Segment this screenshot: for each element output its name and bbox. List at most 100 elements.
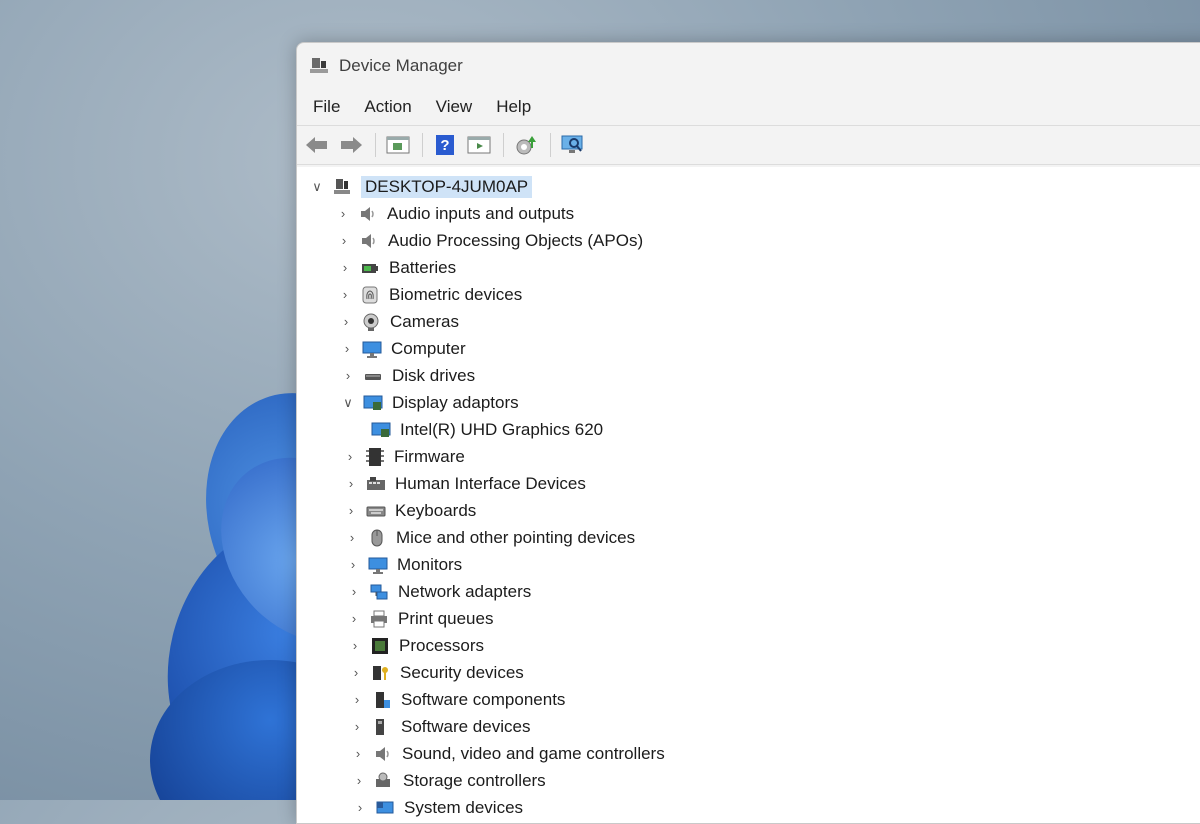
menu-action[interactable]: Action — [354, 93, 421, 121]
chevron-right-icon[interactable]: › — [337, 287, 353, 303]
toolbar-separator — [422, 133, 423, 157]
chevron-right-icon[interactable]: › — [343, 476, 359, 492]
chevron-down-icon[interactable]: ∨ — [309, 179, 325, 195]
update-driver-button[interactable] — [512, 132, 540, 158]
device-manager-window: Device Manager File Action View Help ? — [296, 42, 1200, 824]
chevron-right-icon[interactable]: › — [348, 665, 364, 681]
chevron-right-icon[interactable]: › — [346, 584, 362, 600]
toolbar-separator — [550, 133, 551, 157]
tree-category-item[interactable]: › Print queues — [297, 605, 1200, 632]
tree-category-item[interactable]: ›Software devices — [297, 713, 1200, 740]
tree-category-item[interactable]: › Human Interface Devices — [297, 470, 1200, 497]
chevron-right-icon[interactable]: › — [343, 503, 359, 519]
forward-button[interactable] — [337, 132, 365, 158]
tree-category-item[interactable]: ›Security devices — [297, 659, 1200, 686]
tree-category-label: Firmware — [394, 447, 465, 467]
tree-category-item[interactable]: › Batteries — [297, 254, 1200, 281]
network-icon — [368, 581, 390, 603]
chevron-right-icon[interactable]: › — [347, 638, 363, 654]
chevron-right-icon[interactable]: › — [349, 719, 365, 735]
tree-category-label: Batteries — [389, 258, 456, 278]
menu-file[interactable]: File — [303, 93, 350, 121]
tree-category-item[interactable]: › Storage controllers — [297, 767, 1200, 794]
tree-category-item[interactable]: › Software components — [297, 686, 1200, 713]
tree-root[interactable]: ∨ DESKTOP-4JUM0AP — [297, 173, 1200, 200]
chevron-right-icon[interactable]: › — [350, 746, 366, 762]
tree-category-item[interactable]: ›Biometric devices — [297, 281, 1200, 308]
toolbar-separator — [503, 133, 504, 157]
tree-category-label: Network adapters — [398, 582, 531, 602]
tree-category-label: Storage controllers — [403, 771, 546, 791]
storage-controller-icon — [373, 770, 395, 792]
chevron-down-icon[interactable]: ∨ — [340, 395, 356, 411]
computer-tower-icon — [331, 176, 353, 198]
back-button[interactable] — [303, 132, 331, 158]
software-component-icon — [371, 689, 393, 711]
tree-category-item[interactable]: › Audio Processing Objects (APOs) — [297, 227, 1200, 254]
security-key-icon — [370, 662, 392, 684]
tree-category-label: Disk drives — [392, 366, 475, 386]
back-arrow-icon — [305, 136, 329, 154]
mouse-icon — [366, 527, 388, 549]
tree-category-label: Human Interface Devices — [395, 474, 586, 494]
tree-category-item[interactable]: ›Mice and other pointing devices — [297, 524, 1200, 551]
chevron-right-icon[interactable]: › — [352, 800, 368, 816]
hid-icon — [365, 473, 387, 495]
device-manager-icon — [309, 56, 329, 76]
tree-category-item[interactable]: ›Keyboards — [297, 497, 1200, 524]
title-bar[interactable]: Device Manager — [297, 43, 1200, 89]
chevron-right-icon[interactable]: › — [335, 206, 351, 222]
scan-hardware-changes-button[interactable] — [559, 132, 587, 158]
properties-icon — [467, 135, 491, 155]
chevron-right-icon[interactable]: › — [342, 449, 358, 465]
help-button[interactable]: ? — [431, 132, 459, 158]
tree-category-label: Sound, video and game controllers — [402, 744, 665, 764]
toolbar: ? — [297, 125, 1200, 165]
window-title: Device Manager — [339, 56, 463, 76]
tree-category-item[interactable]: ›Processors — [297, 632, 1200, 659]
chevron-right-icon[interactable]: › — [339, 341, 355, 357]
tree-category-item[interactable]: › Computer — [297, 335, 1200, 362]
update-driver-icon — [514, 134, 538, 156]
speaker-icon — [372, 743, 394, 765]
camera-icon — [360, 311, 382, 333]
tree-category-label: Cameras — [390, 312, 459, 332]
tree-category-item[interactable]: ›System devices — [297, 794, 1200, 821]
svg-text:?: ? — [440, 137, 449, 154]
chevron-right-icon[interactable]: › — [336, 233, 352, 249]
tree-category-item[interactable]: › Disk drives — [297, 362, 1200, 389]
tree-category-item[interactable]: ›Monitors — [297, 551, 1200, 578]
tree-category-label: Computer — [391, 339, 466, 359]
tree-category-item[interactable]: ∨ Display adaptors — [297, 389, 1200, 416]
battery-icon — [359, 257, 381, 279]
tree-category-label: Display adaptors — [392, 393, 519, 413]
tree-category-label: Audio inputs and outputs — [387, 204, 574, 224]
chevron-right-icon[interactable]: › — [337, 260, 353, 276]
tree-category-item[interactable]: › Sound, video and game controllers — [297, 740, 1200, 767]
tree-category-label: Software components — [401, 690, 565, 710]
tree-category-item[interactable]: › Network adapters — [297, 578, 1200, 605]
chevron-right-icon[interactable]: › — [345, 557, 361, 573]
scan-hardware-changes-icon — [560, 134, 586, 156]
chevron-right-icon[interactable]: › — [351, 773, 367, 789]
chevron-right-icon[interactable]: › — [346, 611, 362, 627]
device-tree[interactable]: ∨ DESKTOP-4JUM0AP › Audio inputs and outp… — [297, 167, 1200, 823]
chevron-right-icon[interactable]: › — [344, 530, 360, 546]
properties-button[interactable] — [465, 132, 493, 158]
menu-view[interactable]: View — [426, 93, 483, 121]
tree-device-item[interactable]: Intel(R) UHD Graphics 620 — [297, 416, 1200, 443]
keyboard-icon — [365, 500, 387, 522]
chevron-right-icon[interactable]: › — [338, 314, 354, 330]
tree-category-item[interactable]: › Audio inputs and outputs — [297, 200, 1200, 227]
show-hide-console-tree-icon — [386, 135, 410, 155]
speaker-icon — [357, 203, 379, 225]
tree-category-item[interactable]: › Cameras — [297, 308, 1200, 335]
show-hide-console-tree-button[interactable] — [384, 132, 412, 158]
disk-drive-icon — [362, 365, 384, 387]
tree-category-item[interactable]: › Firmware — [297, 443, 1200, 470]
chevron-right-icon[interactable]: › — [349, 692, 365, 708]
tree-category-label: Audio Processing Objects (APOs) — [388, 231, 643, 251]
chevron-right-icon[interactable]: › — [340, 368, 356, 384]
menu-help[interactable]: Help — [486, 93, 541, 121]
tree-category-label: Print queues — [398, 609, 493, 629]
